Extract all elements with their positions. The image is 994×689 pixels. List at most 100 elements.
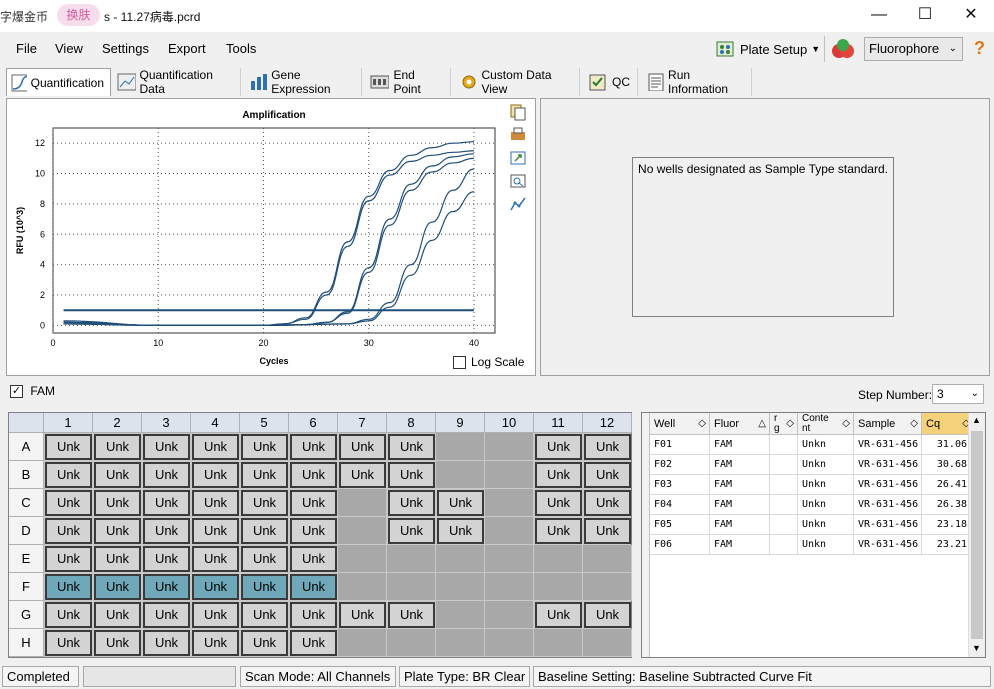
well[interactable]: Unk [290, 490, 337, 516]
empty-well[interactable] [485, 461, 534, 489]
well[interactable]: Unk [339, 434, 386, 460]
selected-well[interactable]: Unk [143, 574, 190, 600]
table-cell[interactable]: F03 [650, 475, 710, 495]
row-header[interactable]: H [9, 629, 44, 657]
table-cell[interactable]: VR-631-456 [854, 495, 922, 515]
scrollbar-thumb[interactable] [971, 431, 983, 639]
table-cell[interactable] [770, 535, 798, 555]
empty-well[interactable] [436, 601, 485, 629]
table-column-header[interactable]: Cq ◇ [922, 413, 974, 435]
well[interactable]: Unk [584, 462, 631, 488]
well[interactable]: Unk [45, 490, 92, 516]
empty-well[interactable] [436, 573, 485, 601]
empty-well[interactable] [485, 433, 534, 461]
fam-toggle[interactable]: ✓ FAM [10, 384, 55, 399]
well[interactable]: Unk [437, 490, 484, 516]
row-header[interactable]: C [9, 489, 44, 517]
selected-well[interactable]: Unk [290, 574, 337, 600]
well[interactable]: Unk [192, 518, 239, 544]
well[interactable]: Unk [45, 462, 92, 488]
table-column-header[interactable]: Sample ◇ [854, 413, 922, 435]
empty-well[interactable] [485, 601, 534, 629]
well[interactable]: Unk [241, 630, 288, 656]
well[interactable]: Unk [437, 518, 484, 544]
dye-calibration-icon[interactable] [830, 37, 856, 61]
menu-view[interactable]: View [55, 41, 83, 56]
well[interactable]: Unk [94, 602, 141, 628]
log-scale-checkbox[interactable] [453, 355, 466, 369]
well[interactable]: Unk [584, 434, 631, 460]
well[interactable]: Unk [290, 518, 337, 544]
fam-checkbox[interactable]: ✓ [10, 385, 23, 399]
well[interactable]: Unk [241, 490, 288, 516]
well[interactable]: Unk [241, 434, 288, 460]
well[interactable]: Unk [388, 434, 435, 460]
table-cell[interactable]: Unkn [798, 475, 854, 495]
table-cell[interactable]: Unkn [798, 515, 854, 535]
tab-custom-data-view[interactable]: Custom Data View [455, 68, 580, 96]
well[interactable]: Unk [584, 602, 631, 628]
row-header[interactable]: B [9, 461, 44, 489]
table-cell[interactable]: 26.41 [922, 475, 974, 495]
table-cell[interactable]: 30.68 [922, 455, 974, 475]
tab-end-point[interactable]: End Point [366, 68, 451, 96]
well[interactable]: Unk [535, 602, 582, 628]
table-cell[interactable]: VR-631-456 [854, 455, 922, 475]
well[interactable]: Unk [45, 630, 92, 656]
tab-quantification-data[interactable]: Quantification Data [113, 68, 241, 96]
well[interactable]: Unk [290, 434, 337, 460]
tab-run-information[interactable]: Run Information [642, 68, 752, 96]
table-cell[interactable] [770, 475, 798, 495]
empty-well[interactable] [387, 573, 436, 601]
well[interactable]: Unk [290, 546, 337, 572]
well[interactable]: Unk [192, 490, 239, 516]
empty-well[interactable] [436, 433, 485, 461]
well[interactable]: Unk [143, 602, 190, 628]
well[interactable]: Unk [192, 630, 239, 656]
table-cell[interactable]: FAM [710, 495, 770, 515]
well[interactable]: Unk [535, 518, 582, 544]
well[interactable]: Unk [290, 462, 337, 488]
table-cell[interactable]: FAM [710, 475, 770, 495]
empty-well[interactable] [534, 573, 583, 601]
well[interactable]: Unk [143, 630, 190, 656]
log-scale-toggle[interactable]: Log Scale [453, 355, 524, 369]
well[interactable]: Unk [94, 546, 141, 572]
tab-qc[interactable]: QC [584, 68, 638, 96]
well[interactable]: Unk [241, 546, 288, 572]
menu-settings[interactable]: Settings [102, 41, 149, 56]
table-cell[interactable]: 23.18 [922, 515, 974, 535]
close-button[interactable]: ✕ [948, 0, 994, 32]
row-header[interactable]: F [9, 573, 44, 601]
table-cell[interactable]: Unkn [798, 435, 854, 455]
empty-well[interactable] [387, 545, 436, 573]
well[interactable]: Unk [388, 518, 435, 544]
table-cell[interactable]: VR-631-456 [854, 475, 922, 495]
well[interactable]: Unk [192, 462, 239, 488]
well[interactable]: Unk [388, 602, 435, 628]
column-header[interactable]: 1 [44, 413, 93, 433]
well[interactable]: Unk [45, 434, 92, 460]
table-cell[interactable]: FAM [710, 515, 770, 535]
table-cell[interactable] [770, 435, 798, 455]
well[interactable]: Unk [241, 602, 288, 628]
column-header[interactable]: 2 [93, 413, 142, 433]
well[interactable]: Unk [45, 546, 92, 572]
well[interactable]: Unk [192, 602, 239, 628]
empty-well[interactable] [485, 545, 534, 573]
column-header[interactable]: 9 [436, 413, 485, 433]
plate-corner[interactable] [9, 413, 44, 433]
fluorophore-select[interactable]: Fluorophore ⌄ [864, 37, 963, 61]
well[interactable]: Unk [388, 490, 435, 516]
table-cell[interactable]: FAM [710, 455, 770, 475]
empty-well[interactable] [338, 629, 387, 657]
well[interactable]: Unk [94, 462, 141, 488]
column-header[interactable]: 4 [191, 413, 240, 433]
well[interactable]: Unk [94, 490, 141, 516]
table-column-header[interactable]: Fluor △ [710, 413, 770, 435]
table-cell[interactable]: Unkn [798, 535, 854, 555]
plate-setup-button[interactable]: Plate Setup ▼ [714, 37, 820, 61]
table-column-header[interactable]: Conte nt ◇ [798, 413, 854, 435]
column-header[interactable]: 12 [583, 413, 632, 433]
empty-well[interactable] [534, 545, 583, 573]
